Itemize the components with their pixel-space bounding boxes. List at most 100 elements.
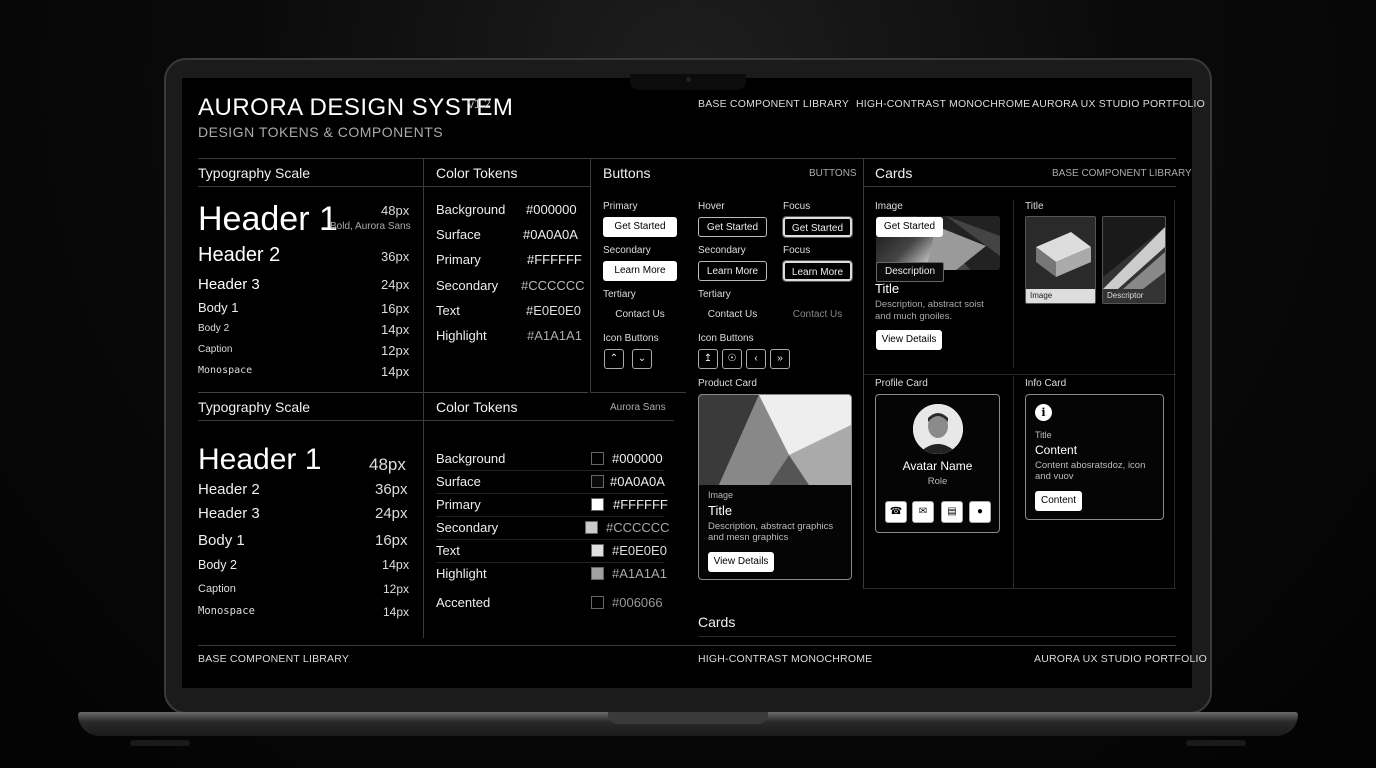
footer-link-portfolio[interactable]: AURORA UX STUDIO PORTFOLIO: [1034, 653, 1207, 665]
divider: [198, 158, 1176, 159]
info-icon: i: [1035, 404, 1052, 421]
page-subtitle: DESIGN TOKENS & COMPONENTS: [198, 124, 444, 140]
color-value: #A1A1A1: [527, 328, 582, 343]
get-started-button-primary[interactable]: Get Started: [603, 217, 677, 237]
color-swatch: [591, 452, 604, 465]
profile-name: Avatar Name: [902, 459, 973, 473]
upload-icon[interactable]: ↥: [698, 349, 718, 369]
card-label: Info Card: [1025, 378, 1067, 389]
abstract-graphic: [699, 395, 851, 485]
button-group-label: Hover: [698, 201, 725, 212]
learn-more-button-focus[interactable]: Learn More: [782, 260, 853, 282]
get-started-button-hover[interactable]: Get Started: [698, 217, 767, 237]
type-sample-h2: Header 2: [198, 481, 260, 498]
get-started-button-card[interactable]: Get Started: [876, 217, 943, 237]
color-label: Text: [436, 543, 460, 558]
content-button[interactable]: Content: [1035, 491, 1082, 511]
chevron-up-icon[interactable]: ⌃: [604, 349, 624, 369]
color-value: #E0E0E0: [526, 303, 581, 318]
color-value: #0A0A0A: [610, 474, 665, 489]
chat-icon[interactable]: ▤: [941, 501, 963, 523]
divider: [863, 158, 864, 588]
info-card: i Title Content Content abosratsdoz, ico…: [1025, 394, 1164, 520]
product-image: [699, 395, 851, 485]
profile-role: Role: [927, 476, 948, 487]
phone-icon[interactable]: ☎: [885, 501, 907, 523]
row-divider: [436, 539, 664, 540]
section-tag-font: Aurora Sans: [610, 402, 666, 413]
row-divider: [436, 493, 664, 494]
divider: [198, 186, 590, 187]
card-description: Description, abstract graphics and mesn …: [708, 521, 834, 543]
section-title-colors: Color Tokens: [436, 165, 518, 181]
learn-more-button-primary[interactable]: Learn More: [603, 261, 677, 281]
double-chevron-right-icon[interactable]: »: [770, 349, 790, 369]
type-sample-h2: Header 2: [198, 244, 281, 266]
divider: [423, 158, 424, 638]
divider: [1013, 376, 1014, 588]
nav-link-monochrome[interactable]: HIGH-CONTRAST MONOCHROME: [856, 98, 1030, 110]
section-title-cards: Cards: [875, 165, 913, 181]
avatar: [913, 404, 963, 454]
contact-us-button[interactable]: Contact Us: [698, 305, 767, 325]
chevron-left-icon[interactable]: ‹: [746, 349, 766, 369]
type-size-h2: 36px: [381, 249, 410, 264]
color-value: #000000: [612, 451, 663, 466]
divider: [198, 645, 1176, 646]
view-details-button[interactable]: View Details: [708, 552, 774, 572]
nav-link-library[interactable]: BASE COMPONENT LIBRARY: [698, 98, 849, 110]
card-description: Description, abstract soist and much gno…: [875, 299, 984, 322]
color-label: Surface: [436, 474, 481, 489]
section-title-typography: Typography Scale: [198, 165, 311, 181]
thumbnail-caption: Descriptor: [1103, 289, 1165, 303]
info-small-title: Title: [1035, 430, 1052, 440]
button-group-label: Icon Buttons: [698, 333, 754, 344]
card-title: Title: [875, 281, 900, 296]
type-size-caption: 12px: [381, 343, 410, 358]
section-tag-cards: BASE COMPONENT LIBRARY: [1052, 168, 1192, 179]
type-sample-h1: Header 1: [198, 200, 338, 238]
button-group-label: Secondary: [698, 245, 746, 256]
chevron-down-icon[interactable]: ⌄: [632, 349, 652, 369]
get-started-button-focus[interactable]: Get Started: [782, 216, 853, 238]
type-sample-h1: Header 1: [198, 443, 322, 476]
camera-icon: [686, 77, 691, 82]
color-value: #006066: [612, 595, 663, 610]
section-title-buttons: Buttons: [603, 165, 651, 181]
type-size-h1: 48px: [369, 455, 406, 474]
globe-icon[interactable]: ●: [969, 501, 991, 523]
footer-link-monochrome[interactable]: HIGH-CONTRAST MONOCHROME: [698, 653, 872, 665]
button-group-label: Tertiary: [698, 289, 731, 300]
laptop-groove: [608, 712, 768, 724]
section-tag-buttons: BUTTONS: [809, 168, 857, 179]
type-size-h1: 48px: [381, 203, 410, 218]
type-size-mono: 14px: [383, 605, 410, 619]
color-value: #CCCCCC: [521, 278, 585, 293]
divider: [863, 186, 1176, 187]
contact-us-button-disabled[interactable]: Contact Us: [783, 305, 852, 325]
profile-card: Avatar Name Role ☎ ✉ ▤ ●: [875, 394, 1000, 533]
button-group-label: Icon Buttons: [603, 333, 659, 344]
type-size-h3: 24px: [375, 505, 408, 522]
learn-more-button-secondary[interactable]: Learn More: [698, 261, 767, 281]
divider: [1013, 200, 1014, 368]
footer-link-library[interactable]: BASE COMPONENT LIBRARY: [198, 653, 349, 665]
view-details-button[interactable]: View Details: [876, 330, 942, 350]
color-label: Surface: [436, 227, 481, 242]
type-size-body2: 14px: [382, 558, 410, 572]
info-heading: Content: [1035, 443, 1078, 457]
at-sign-icon[interactable]: ☉: [722, 349, 742, 369]
type-sample-caption: Caption: [198, 583, 236, 595]
type-size-h2: 36px: [375, 481, 408, 498]
color-label: Secondary: [436, 520, 499, 535]
contact-us-button[interactable]: Contact Us: [603, 305, 677, 325]
color-swatch: [591, 475, 604, 488]
laptop-foot: [1186, 740, 1246, 746]
type-sample-h3: Header 3: [198, 276, 260, 293]
product-card: Image Title Description, abstract graphi…: [698, 394, 852, 580]
color-label: Background: [436, 202, 506, 217]
nav-link-portfolio[interactable]: AURORA UX STUDIO PORTFOLIO: [1032, 98, 1205, 110]
abstract-graphic: [1103, 217, 1165, 289]
mail-icon[interactable]: ✉: [912, 501, 934, 523]
type-size-mono: 14px: [381, 364, 410, 379]
